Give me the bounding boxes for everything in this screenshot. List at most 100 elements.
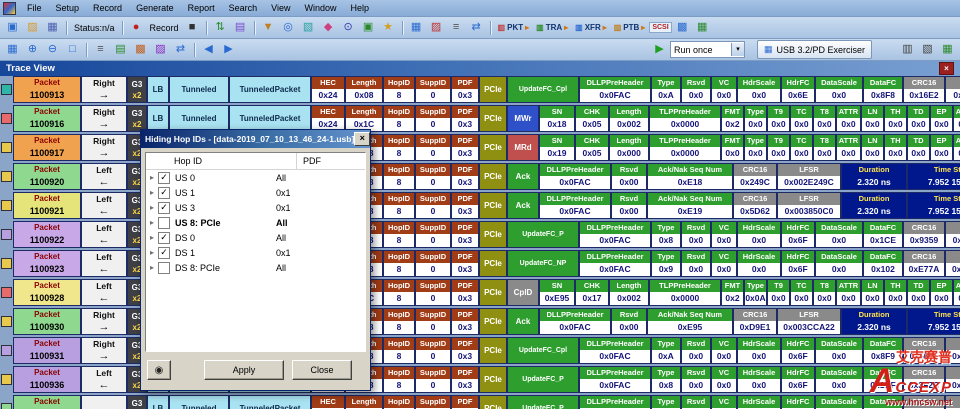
field-rsvd[interactable]: Rsvd0x00 <box>611 192 647 219</box>
field-td[interactable]: TD0x0 <box>907 134 930 161</box>
field-suppid[interactable]: SuppID0 <box>415 308 451 335</box>
filter-icon[interactable]: ▼ <box>259 18 278 37</box>
badge-pcie[interactable]: PCIe <box>479 163 507 190</box>
decode-icon[interactable]: ▩ <box>673 18 692 37</box>
field-datascale[interactable]: DataScale0x0 <box>815 250 863 277</box>
field-attr[interactable]: ATTR0x0 <box>836 134 861 161</box>
row-expander-icon[interactable]: ▸ <box>146 233 158 242</box>
badge-ack[interactable]: Ack <box>507 163 539 190</box>
menu-file[interactable]: File <box>20 2 49 14</box>
field-attr[interactable]: ATTR0x0 <box>953 105 960 132</box>
badge-pcie[interactable]: PCIe <box>479 395 507 409</box>
badge-lb[interactable]: LB <box>147 105 169 132</box>
field-hdrscale[interactable]: HdrScale0x0 <box>737 366 781 393</box>
field-time-stamp[interactable]: Time Stamp7.952 153 504 <box>907 163 960 190</box>
field-dllppreheader[interactable]: DLLPPreHeader0x0FAC <box>579 366 651 393</box>
colors-icon[interactable]: ▩ <box>131 40 150 59</box>
badge-pcie[interactable]: PCIe <box>479 279 507 306</box>
field-hopid[interactable]: HopID8 <box>383 337 415 364</box>
field-type[interactable]: Type <box>651 395 681 409</box>
field-pdf[interactable]: PDF0x3 <box>451 279 479 306</box>
zoom-out-icon[interactable]: ⊖ <box>43 40 62 59</box>
field-time-stamp[interactable]: Time Stamp7.952 154 304 <box>907 308 960 335</box>
upload-icon[interactable]: ⇅ <box>211 18 230 37</box>
packet-row[interactable]: Packet1100916Right→G3x2LBTunneledTunnele… <box>0 105 960 132</box>
field-duration[interactable]: Duration2.320 ns <box>841 192 907 219</box>
packet-cell[interactable]: Packet1100928 <box>13 279 81 306</box>
field-tc[interactable]: TC0x0 <box>790 105 813 132</box>
field-rsvd[interactable]: Rsvd0x0 <box>681 250 711 277</box>
field-dllppreheader[interactable]: DLLPPreHeader0x0FAC <box>579 221 651 248</box>
field-lfsr[interactable]: LFSR0x0032B0B1 <box>945 250 960 277</box>
field-attr[interactable]: ATTR0x0 <box>953 279 960 306</box>
field-vc[interactable]: VC0x0 <box>711 76 737 103</box>
field-crc16[interactable]: CRC160xD9E1 <box>733 308 777 335</box>
field-pdf[interactable]: PDF0x3 <box>451 308 479 335</box>
field-lfsr[interactable]: LFSR0x003D56A8 <box>945 366 960 393</box>
field-length[interactable]: Length0x002 <box>609 279 649 306</box>
packet-cell[interactable]: Packet1100922 <box>13 221 81 248</box>
field-tlppreheader[interactable]: TLPPreHeader0x0000 <box>649 105 721 132</box>
field-length[interactable]: Length0x002 <box>609 105 649 132</box>
field-attr[interactable]: ATTR0x0 <box>953 134 960 161</box>
field-th[interactable]: TH0x0 <box>884 134 907 161</box>
field-datafc[interactable]: DataFC <box>863 395 903 409</box>
packet-cell[interactable]: Packet1100930 <box>13 308 81 335</box>
expand-icon[interactable]: ▦ <box>3 40 22 59</box>
badge-pcie[interactable]: PCIe <box>479 250 507 277</box>
field-pdf[interactable]: PDF0x3 <box>451 395 479 409</box>
field-time-stamp[interactable]: Time Stamp7.952 153 628 <box>907 192 960 219</box>
field-lfsr[interactable]: LFSR0x00368C40 <box>945 221 960 248</box>
field-duration[interactable]: Duration2.320 ns <box>841 163 907 190</box>
menu-setup[interactable]: Setup <box>49 2 87 14</box>
field-crc16[interactable]: CRC160x16E2 <box>903 76 945 103</box>
field-lfsr[interactable]: LFSR0x003CCA22 <box>777 308 841 335</box>
xfr-button[interactable]: ▥XFR▸ <box>572 23 610 32</box>
badge-tunneledpacket[interactable]: TunneledPacket <box>229 395 311 409</box>
record-icon[interactable]: ● <box>127 18 146 37</box>
hop-row[interactable]: ▸✓US 0All <box>146 170 365 185</box>
note-icon[interactable]: ▧ <box>299 18 318 37</box>
prev-icon[interactable]: ◀ <box>199 40 218 59</box>
packet-cell[interactable]: Packet1100916 <box>13 105 81 132</box>
field-datafc[interactable]: DataFC0x8F9 <box>863 337 903 364</box>
field-crc16[interactable]: CRC160xE77A <box>903 250 945 277</box>
field-hec[interactable]: HEC0x24 <box>311 76 345 103</box>
badge-tunneledpacket[interactable]: TunneledPacket <box>229 76 311 103</box>
device-icon[interactable]: ▤ <box>231 18 250 37</box>
field-td[interactable]: TD0x0 <box>907 279 930 306</box>
field-tc[interactable]: TC0x0 <box>790 279 813 306</box>
field-length[interactable]: Length <box>345 395 383 409</box>
packet-cell[interactable]: Packet1100921 <box>13 192 81 219</box>
badge-ack[interactable]: Ack <box>507 308 539 335</box>
ptb-button[interactable]: ▥PTB▸ <box>611 23 649 32</box>
sync-icon[interactable]: ⇄ <box>171 40 190 59</box>
field-t9[interactable]: T90x0 <box>767 279 790 306</box>
field-type[interactable]: Type0x0 <box>744 134 767 161</box>
hop-row[interactable]: ▸DS 8: PCIeAll <box>146 260 365 275</box>
menu-window[interactable]: Window <box>298 2 344 14</box>
field-rsvd[interactable]: Rsvd0x00 <box>611 163 647 190</box>
field-tlppreheader[interactable]: TLPPreHeader0x0000 <box>649 134 721 161</box>
list-icon[interactable]: ≡ <box>447 18 466 37</box>
field-dllppreheader[interactable]: DLLPPreHeader0x0FAC <box>539 308 611 335</box>
field-hdrfc[interactable]: HdrFC <box>781 395 815 409</box>
field-pdf[interactable]: PDF0x3 <box>451 163 479 190</box>
field-sn[interactable]: SN0xE95 <box>539 279 575 306</box>
badge-pcie[interactable]: PCIe <box>479 337 507 364</box>
badge-mrd[interactable]: MRd <box>507 134 539 161</box>
field-hopid[interactable]: HopID8 <box>383 279 415 306</box>
field-hopid[interactable]: HopID8 <box>383 395 415 409</box>
field-crc16[interactable]: CRC16 <box>903 395 945 409</box>
combo-arrow-icon[interactable]: ▾ <box>731 43 744 56</box>
scsi-label[interactable]: SCSI <box>649 22 671 33</box>
field-pdf[interactable]: PDF0x3 <box>451 134 479 161</box>
run-mode-combo[interactable]: Run once▾ <box>670 41 745 58</box>
badge-pcie[interactable]: PCIe <box>479 105 507 132</box>
field-td[interactable]: TD0x0 <box>907 105 930 132</box>
hop-row[interactable]: ▸✓DS 10x1 <box>146 245 365 260</box>
field-pdf[interactable]: PDF0x3 <box>451 192 479 219</box>
fields-icon[interactable]: ▤ <box>111 40 130 59</box>
badge-pcie[interactable]: PCIe <box>479 76 507 103</box>
packet-row[interactable]: Packet1100913Right→G3x2LBTunneledTunnele… <box>0 76 960 103</box>
